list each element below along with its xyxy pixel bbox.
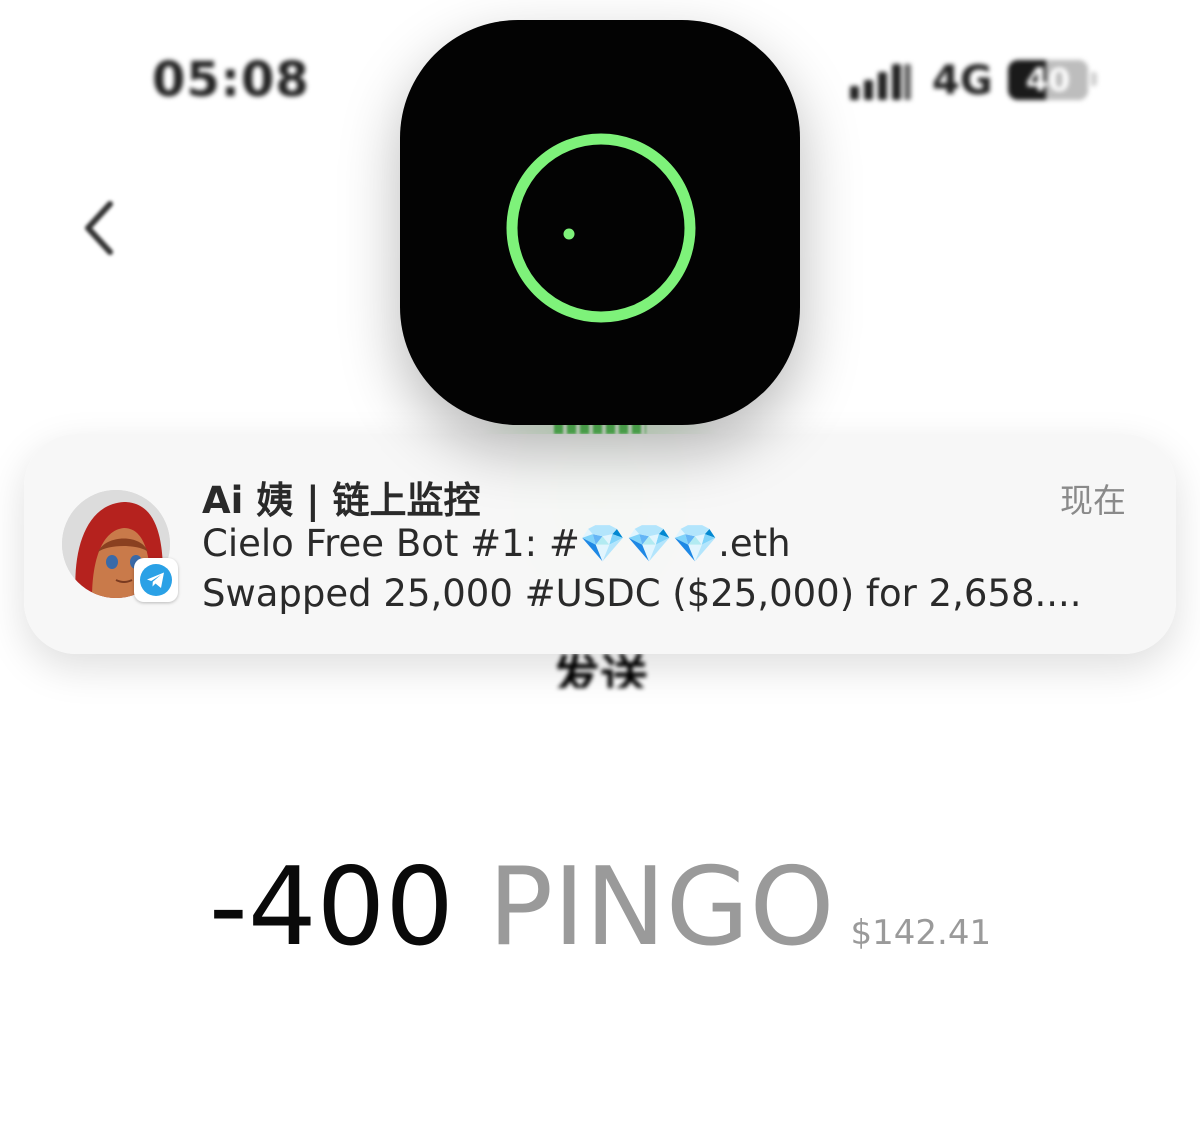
transaction-amount-row: -400 PINGO $142.41 bbox=[0, 845, 1200, 975]
notification-time: 现在 bbox=[1060, 481, 1126, 520]
amount-value: -400 bbox=[208, 845, 455, 970]
signal-icon bbox=[850, 64, 911, 100]
token-symbol: PINGO bbox=[488, 845, 835, 970]
telegram-icon bbox=[134, 558, 178, 602]
notification-banner[interactable]: Ai 姨 | 链上监控 现在 Cielo Free Bot #1: #💎💎💎.e… bbox=[24, 434, 1176, 654]
battery-level: 40 bbox=[1025, 61, 1071, 99]
notification-sender: Ai 姨 | 链上监控 bbox=[202, 479, 481, 522]
chevron-left-icon[interactable] bbox=[70, 190, 130, 270]
battery-cap bbox=[1091, 72, 1097, 86]
battery-icon: 40 bbox=[1008, 60, 1088, 100]
notification-line-1: Cielo Free Bot #1: #💎💎💎.eth bbox=[202, 522, 791, 565]
app-tile[interactable] bbox=[400, 20, 800, 425]
usd-value: $142.41 bbox=[850, 913, 992, 953]
status-time: 05:08 bbox=[152, 52, 310, 108]
ring-icon bbox=[506, 133, 696, 323]
notification-line-2: Swapped 25,000 #USDC ($25,000) for 2,658… bbox=[202, 572, 1082, 615]
network-label: 4G bbox=[932, 58, 993, 104]
